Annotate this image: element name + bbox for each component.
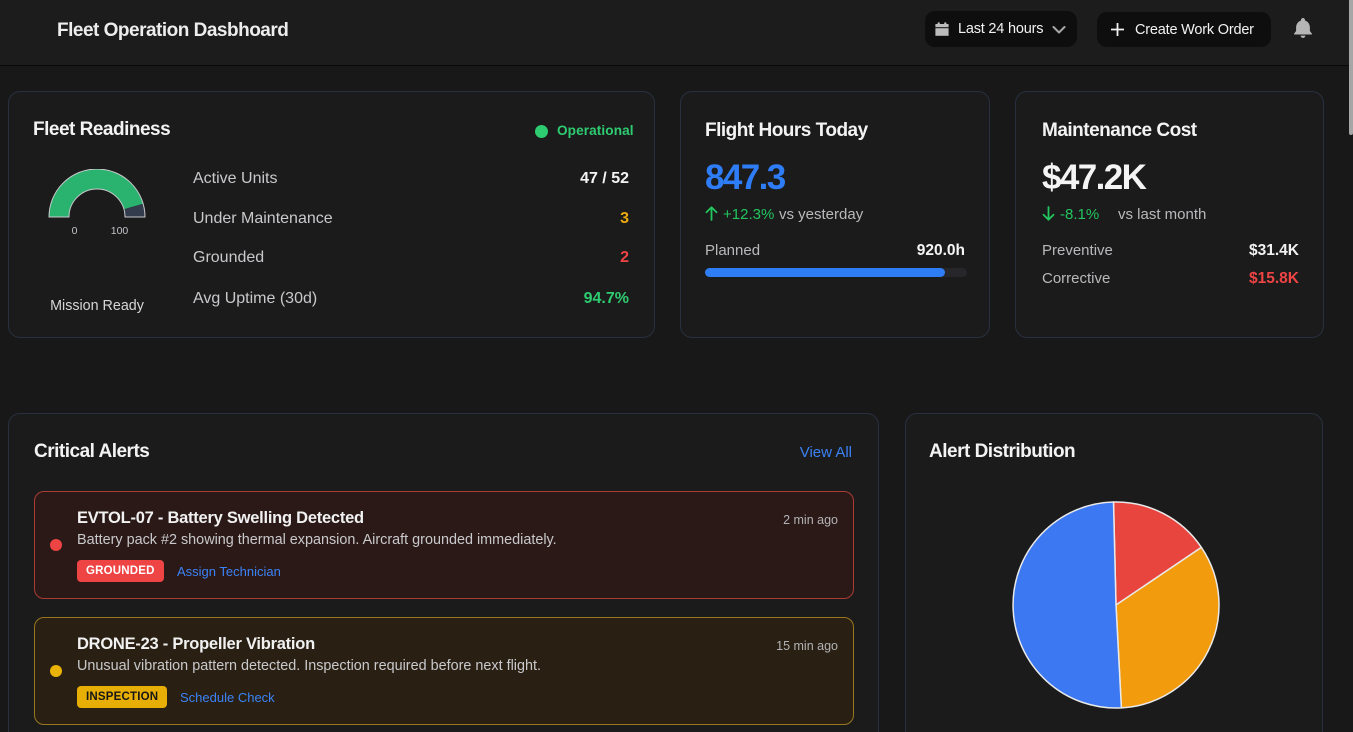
svg-text:0: 0 — [72, 225, 78, 237]
svg-text:100: 100 — [111, 225, 129, 237]
